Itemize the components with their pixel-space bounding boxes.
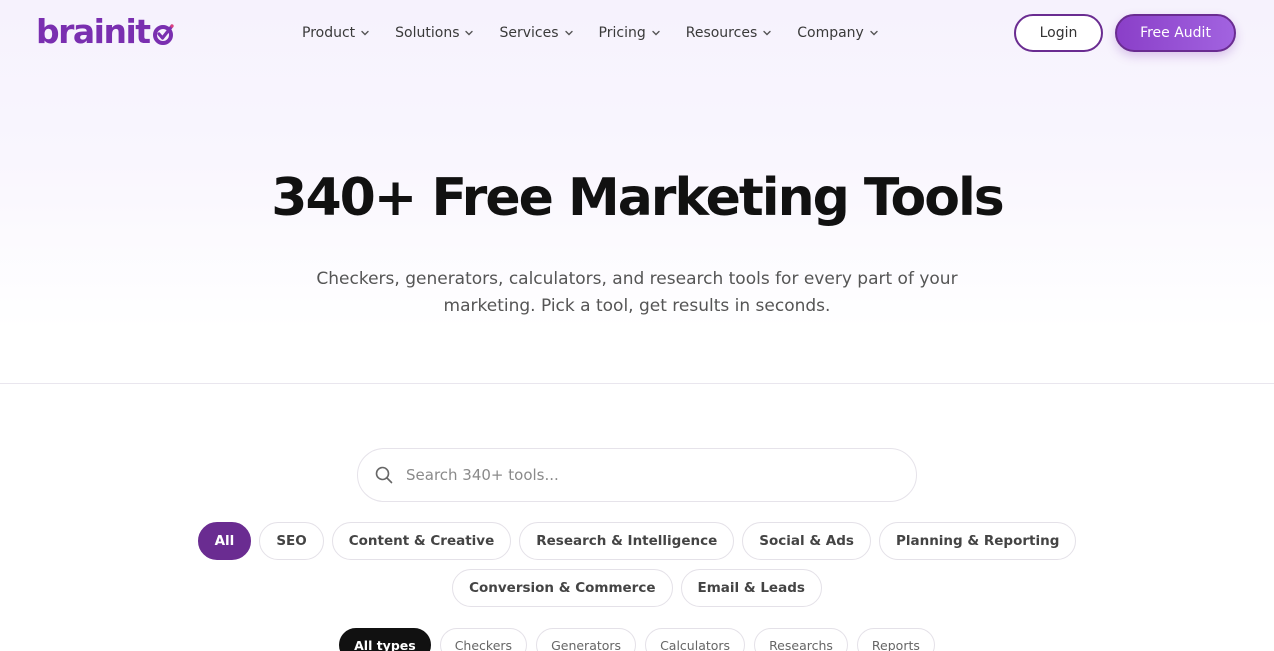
menu-item-label: Pricing <box>598 25 646 41</box>
category-pill-seo[interactable]: SEO <box>259 522 324 560</box>
menu-item-company[interactable]: Company <box>797 25 879 41</box>
category-filter-group: All SEO Content & Creative Research & In… <box>100 522 1174 607</box>
menu-item-label: Company <box>797 25 864 41</box>
category-pill-content-creative[interactable]: Content & Creative <box>331 522 512 560</box>
chevron-down-icon <box>870 30 878 36</box>
category-pill-research-intelligence[interactable]: Research & Intelligence <box>519 522 735 560</box>
chevron-down-icon <box>763 30 771 36</box>
type-pill-reports[interactable]: Reports <box>856 628 935 651</box>
category-pill-email-leads[interactable]: Email & Leads <box>680 569 822 607</box>
type-pill-all-types[interactable]: All types <box>339 628 431 651</box>
free-audit-button[interactable]: Free Audit <box>1115 14 1236 52</box>
brand-logo[interactable]: brainit <box>36 14 175 50</box>
category-pill-all[interactable]: All <box>197 522 252 560</box>
type-pill-checkers[interactable]: Checkers <box>439 628 528 651</box>
type-filter-group: All types Checkers Generators Calculator… <box>0 628 1274 651</box>
chevron-down-icon <box>564 30 573 36</box>
top-navbar: brainit Product Solutions Services Prici… <box>0 0 1274 66</box>
search-input[interactable] <box>406 466 886 484</box>
menu-item-label: Solutions <box>395 25 460 41</box>
category-pill-planning-reporting[interactable]: Planning & Reporting <box>878 522 1077 560</box>
chevron-down-icon <box>465 30 474 36</box>
search-icon <box>375 466 393 484</box>
category-pill-social-ads[interactable]: Social & Ads <box>742 522 871 560</box>
type-pill-generators[interactable]: Generators <box>536 628 637 651</box>
page-title: 340+ Free Marketing Tools <box>271 168 1004 228</box>
section-divider <box>0 383 1274 384</box>
tool-search-box[interactable] <box>357 448 917 502</box>
type-pill-researchs[interactable]: Researchs <box>754 628 848 651</box>
page-subtitle: Checkers, generators, calculators, and r… <box>316 269 958 316</box>
menu-item-product[interactable]: Product <box>302 25 370 41</box>
menu-item-services[interactable]: Services <box>499 25 573 41</box>
login-button[interactable]: Login <box>1014 14 1103 52</box>
chevron-down-icon <box>652 30 660 36</box>
menu-item-resources[interactable]: Resources <box>686 25 773 41</box>
menu-item-solutions[interactable]: Solutions <box>395 25 474 41</box>
menu-item-label: Product <box>302 25 356 41</box>
category-pill-conversion-commerce[interactable]: Conversion & Commerce <box>452 569 673 607</box>
main-menu: Product Solutions Services Pricing Resou… <box>302 22 904 44</box>
menu-item-label: Services <box>499 25 559 41</box>
brand-logo-text: brainit <box>36 12 151 51</box>
chevron-down-icon <box>361 30 369 36</box>
menu-item-label: Resources <box>685 25 758 41</box>
type-pill-calculators[interactable]: Calculators <box>645 628 746 651</box>
brand-check-icon <box>152 24 174 45</box>
menu-item-pricing[interactable]: Pricing <box>599 25 661 41</box>
